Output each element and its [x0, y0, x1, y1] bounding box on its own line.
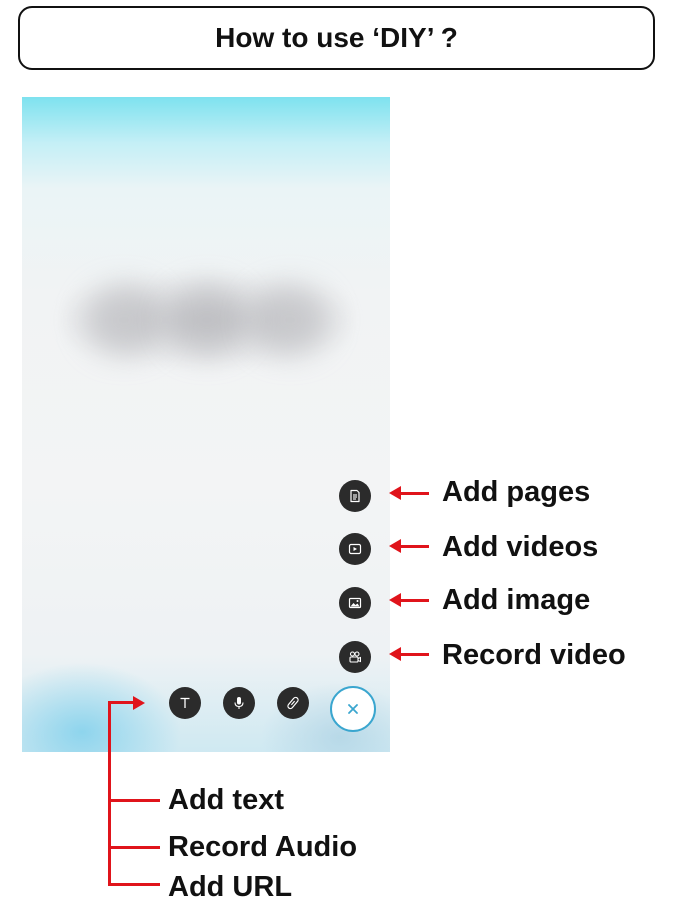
microphone-icon	[234, 697, 244, 709]
blurred-content	[84, 285, 164, 355]
annotation-arrow	[133, 696, 145, 710]
annotation-line	[108, 701, 111, 886]
annotation-line	[108, 701, 134, 704]
label-add-pages: Add pages	[442, 476, 591, 508]
label-record-audio: Record Audio	[168, 831, 358, 863]
add-url-button[interactable]	[277, 687, 309, 719]
blurred-content	[167, 285, 247, 355]
background-glow	[22, 662, 182, 752]
video-play-icon	[348, 543, 362, 555]
annotation-line	[399, 492, 429, 495]
add-text-button[interactable]	[169, 687, 201, 719]
close-icon	[348, 704, 358, 714]
page-icon	[350, 489, 360, 503]
close-button[interactable]	[330, 686, 376, 732]
label-record-video: Record video	[442, 639, 626, 671]
record-audio-button[interactable]	[223, 687, 255, 719]
add-pages-button[interactable]	[339, 480, 371, 512]
label-add-text: Add text	[168, 784, 284, 816]
label-add-url: Add URL	[168, 871, 293, 903]
text-icon	[180, 697, 190, 708]
annotation-line	[399, 653, 429, 656]
image-icon	[348, 597, 362, 609]
annotation-line	[108, 799, 160, 802]
label-add-videos: Add videos	[442, 531, 599, 563]
add-image-button[interactable]	[339, 587, 371, 619]
add-videos-button[interactable]	[339, 533, 371, 565]
label-add-image: Add image	[442, 584, 591, 616]
page-title: How to use ‘DIY’ ?	[18, 6, 655, 70]
annotation-line	[108, 883, 160, 886]
annotation-line	[399, 545, 429, 548]
blurred-content	[250, 285, 330, 355]
video-camera-icon	[349, 651, 361, 663]
annotation-line	[108, 846, 160, 849]
app-screen	[22, 97, 390, 752]
link-icon	[287, 696, 299, 710]
record-video-button[interactable]	[339, 641, 371, 673]
annotation-line	[399, 599, 429, 602]
